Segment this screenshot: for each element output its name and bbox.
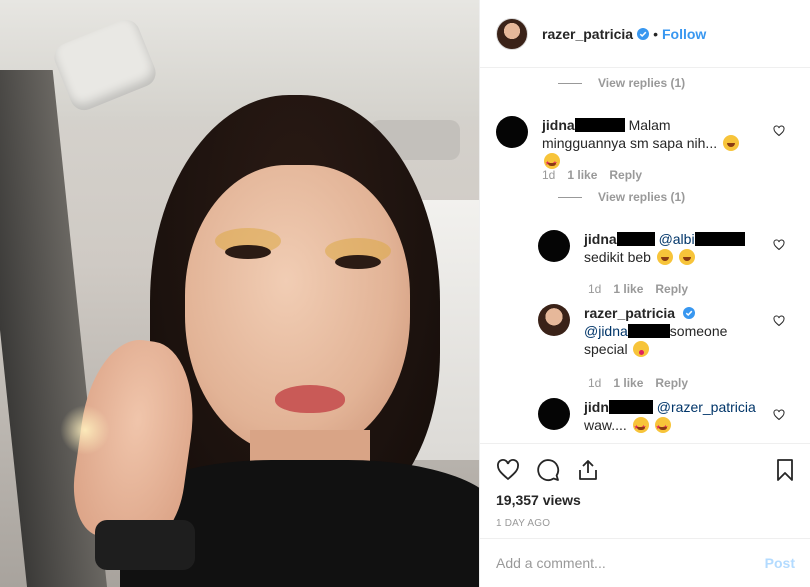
comment-message-line2: special (584, 341, 628, 357)
share-icon[interactable] (576, 458, 600, 482)
reply-item: razer_patricia @jidna someone special (538, 304, 798, 358)
redaction-bar (608, 400, 653, 414)
like-comment-heart-icon[interactable] (773, 239, 785, 251)
comment-icon[interactable] (536, 458, 560, 482)
heart-icon[interactable] (496, 458, 520, 482)
star-struck-emoji (544, 153, 560, 173)
comment-likes[interactable]: 1 like (613, 376, 643, 390)
mention-link[interactable]: @jidna (584, 323, 628, 339)
mention-link[interactable]: @albi (659, 231, 695, 247)
comments-list[interactable]: View replies (1) jidna Malam mingguannya… (480, 68, 810, 442)
comment-item: jidna Malam mingguannya sm sapa nih... (496, 116, 806, 173)
comment-time: 1d (542, 168, 556, 182)
like-comment-heart-icon[interactable] (773, 409, 785, 421)
view-replies-label: View replies (1) (598, 190, 686, 204)
follow-button[interactable]: Follow (662, 26, 706, 42)
wrist-watch (95, 520, 195, 570)
post-video[interactable] (0, 0, 479, 587)
avatar[interactable] (538, 304, 570, 336)
like-comment-heart-icon[interactable] (773, 315, 785, 327)
comment-message: sedikit beb (584, 249, 651, 265)
reply-item: jidna @albi sedikit beb (538, 230, 798, 266)
comment-username[interactable]: razer_patricia (584, 305, 675, 321)
comment-meta: 1d 1 like Reply (588, 376, 700, 390)
light-bokeh (60, 405, 110, 455)
comment-message: waw.... (584, 417, 627, 433)
lips (275, 385, 345, 413)
reply-button[interactable]: Reply (655, 376, 688, 390)
mention-link[interactable]: @razer_patricia (657, 399, 756, 415)
add-comment-bar: Post (480, 538, 810, 587)
post-sidebar: razer_patricia • Follow View replies (1)… (479, 0, 810, 587)
view-replies-label: View replies (1) (598, 76, 686, 90)
comment-message: someone (669, 323, 728, 339)
star-struck-emoji (654, 417, 671, 437)
bookmark-icon[interactable] (773, 458, 797, 482)
reply-button[interactable]: Reply (609, 168, 642, 182)
post-header: razer_patricia • Follow (480, 0, 810, 68)
comment-text: jidna Malam mingguannya sm sapa nih... (542, 116, 757, 173)
view-replies-button[interactable]: View replies (1) (558, 190, 685, 204)
replies-line (558, 82, 582, 84)
comment-time: 1d (588, 376, 602, 390)
action-icons (496, 458, 616, 482)
post-actions: 19,357 views 1 DAY AGO (480, 443, 810, 537)
avatar[interactable] (538, 230, 570, 262)
post-timestamp[interactable]: 1 DAY AGO (496, 518, 550, 529)
redaction-bar (616, 232, 655, 246)
like-comment-heart-icon[interactable] (773, 125, 785, 137)
header-username[interactable]: razer_patricia (542, 26, 633, 42)
comment-text: razer_patricia @jidna someone special (584, 304, 774, 358)
comment-time: 1d (588, 282, 602, 296)
comment-text: jidna @albi sedikit beb (584, 230, 774, 266)
grinning-squinting-face-emoji (723, 135, 739, 151)
redaction-bar (694, 232, 745, 246)
redaction-bar (574, 118, 625, 132)
grinning-squinting-face-emoji (678, 249, 695, 265)
avatar[interactable] (496, 116, 528, 148)
avatar[interactable] (538, 398, 570, 430)
redaction-bar (627, 324, 670, 338)
view-count[interactable]: 19,357 views (496, 492, 581, 508)
zany-face-emoji (633, 341, 650, 357)
separator-dot: • (653, 25, 658, 42)
eye-left (225, 245, 271, 259)
comment-meta: 1d 1 like Reply (542, 168, 654, 182)
comment-text: jidn @razer_patricia waw.... (584, 398, 774, 437)
comment-username[interactable]: jidna (542, 117, 575, 133)
post-button[interactable]: Post (765, 555, 795, 571)
comment-meta: 1d 1 like Reply (588, 282, 700, 296)
reply-button[interactable]: Reply (655, 282, 688, 296)
avatar[interactable] (496, 17, 528, 50)
comment-input[interactable] (496, 555, 756, 571)
comment-likes[interactable]: 1 like (613, 282, 643, 296)
grinning-squinting-face-emoji (656, 249, 673, 265)
reply-item: jidn @razer_patricia waw.... (538, 398, 798, 437)
comment-likes[interactable]: 1 like (567, 168, 597, 182)
star-struck-emoji (632, 417, 649, 437)
verified-badge-icon (637, 27, 650, 40)
eye-right (335, 255, 381, 269)
view-replies-button[interactable]: View replies (1) (558, 76, 685, 90)
comment-username[interactable]: jidn (584, 399, 609, 415)
replies-line (558, 196, 582, 198)
comment-username[interactable]: jidna (584, 231, 617, 247)
verified-badge-icon (682, 307, 695, 319)
